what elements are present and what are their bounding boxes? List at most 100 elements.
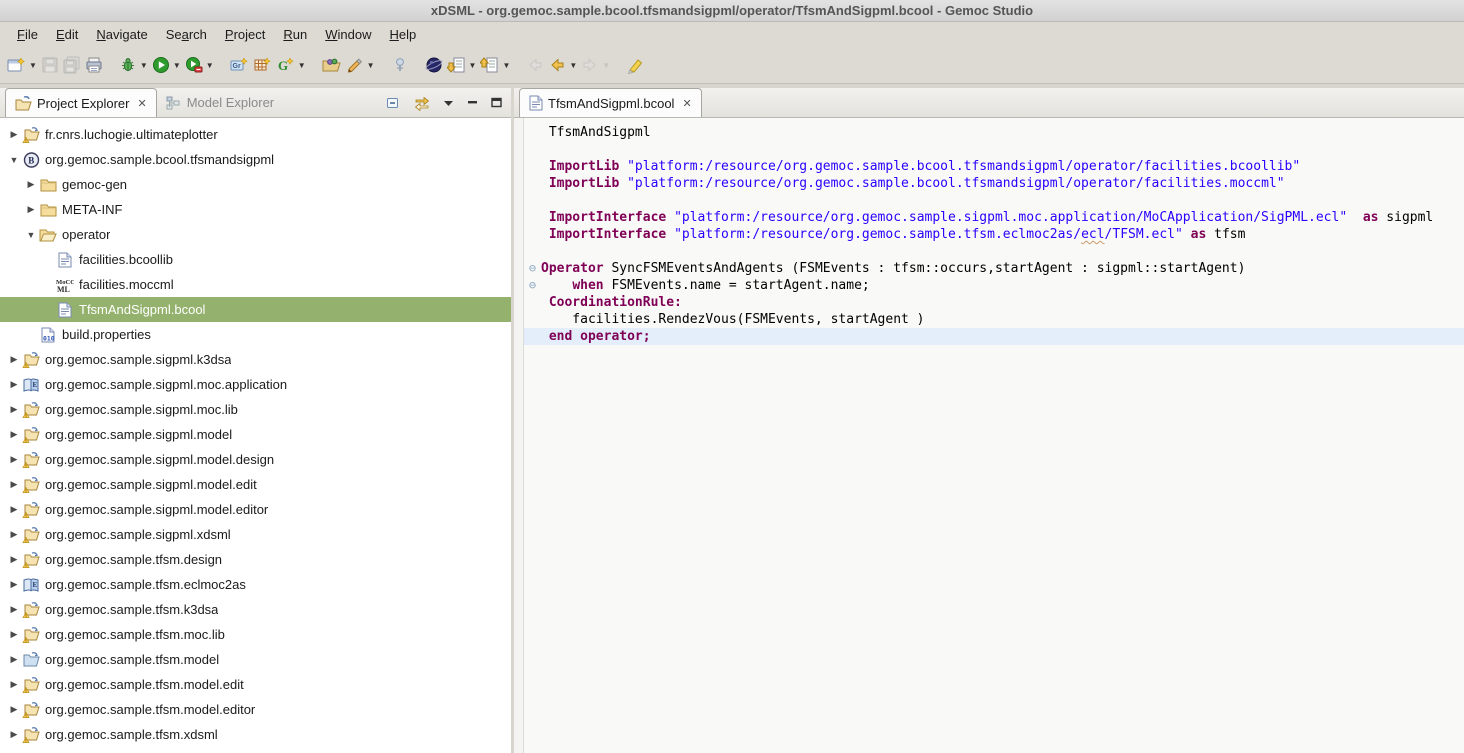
new-button[interactable]: ▼ [5,51,39,79]
expand-collapsed-icon[interactable]: ▶ [6,629,22,640]
tree-item-org-gemoc-sample-tfsm-model-editor[interactable]: ▶!org.gemoc.sample.tfsm.model.editor [0,697,511,722]
tree-item-fr-cnrs-luchogie-ultimateplotter[interactable]: ▶!fr.cnrs.luchogie.ultimateplotter [0,122,511,147]
expand-collapsed-icon[interactable]: ▶ [6,479,22,490]
close-tab-icon[interactable]: ✕ [137,97,146,110]
link-with-editor-button[interactable] [413,95,431,111]
tree-item-org-gemoc-sample-bcool-tfsmandsigpml[interactable]: ▼Borg.gemoc.sample.bcool.tfsmandsigpml [0,147,511,172]
expand-expanded-icon[interactable]: ▼ [6,155,22,165]
expand-collapsed-icon[interactable]: ▶ [23,179,39,190]
debug-dropdown-arrow-icon[interactable]: ▼ [140,61,148,70]
keyword-token: as [1191,227,1207,242]
tree-item-label: org.gemoc.sample.sigpml.moc.lib [45,402,238,417]
expand-collapsed-icon[interactable]: ▶ [6,404,22,415]
menu-edit[interactable]: Edit [47,24,87,46]
tree-item-build-properties[interactable]: 010build.properties [0,322,511,347]
new-gemoc-button[interactable]: G▼ [274,51,308,79]
menu-project[interactable]: Project [216,24,274,46]
expand-collapsed-icon[interactable]: ▶ [6,579,22,590]
tree-item-operator[interactable]: ▼operator [0,222,511,247]
open-browser-icon [425,56,443,74]
forward-history-button: ▼ [579,51,612,79]
tree-item-meta-inf[interactable]: ▶META-INF [0,197,511,222]
tree-item-org-gemoc-sample-tfsm-eclmoc2as[interactable]: ▶Eorg.gemoc.sample.tfsm.eclmoc2as [0,572,511,597]
expand-expanded-icon[interactable]: ▼ [23,230,39,240]
menu-navigate[interactable]: Navigate [87,24,156,46]
print-button[interactable] [83,51,105,79]
expand-collapsed-icon[interactable]: ▶ [6,129,22,140]
run-external-button[interactable]: ▼ [183,51,216,79]
minimize-button[interactable] [467,98,479,108]
new-gemoc-dropdown-arrow-icon[interactable]: ▼ [298,61,306,70]
edit-marker-dropdown-arrow-icon[interactable]: ▼ [367,61,375,70]
new-diagram-button[interactable]: Gr [228,51,251,79]
expand-collapsed-icon[interactable]: ▶ [6,354,22,365]
previous-annotation-button[interactable]: ▼ [478,51,512,79]
editor-tab-tfsmandsigpml-bcool[interactable]: TfsmAndSigpml.bcool✕ [519,88,702,117]
tree-item-org-gemoc-sample-sigpml-model-design[interactable]: ▶!org.gemoc.sample.sigpml.model.design [0,447,511,472]
run-dropdown-arrow-icon[interactable]: ▼ [173,61,181,70]
folder-open-tree-icon [39,227,57,243]
tree-item-org-gemoc-sample-sigpml-moc-lib[interactable]: ▶!org.gemoc.sample.sigpml.moc.lib [0,397,511,422]
next-annotation-button[interactable]: ▼ [445,51,479,79]
view-menu-button[interactable] [443,98,455,108]
expand-collapsed-icon[interactable]: ▶ [23,204,39,215]
tree-item-org-gemoc-sample-sigpml-model[interactable]: ▶!org.gemoc.sample.sigpml.model [0,422,511,447]
tree-item-org-gemoc-sample-tfsm-moc-lib[interactable]: ▶!org.gemoc.sample.tfsm.moc.lib [0,622,511,647]
expand-collapsed-icon[interactable]: ▶ [6,679,22,690]
new-table-button[interactable] [251,51,274,79]
new-dropdown-arrow-icon[interactable]: ▼ [29,61,37,70]
collapse-all-button[interactable] [385,95,401,111]
expand-collapsed-icon[interactable]: ▶ [6,729,22,740]
tree-item-org-gemoc-sample-sigpml-k3dsa[interactable]: ▶!org.gemoc.sample.sigpml.k3dsa [0,347,511,372]
back-history-dropdown-arrow-icon[interactable]: ▼ [569,61,577,70]
tree-item-org-gemoc-sample-tfsm-xdsml[interactable]: ▶!org.gemoc.sample.tfsm.xdsml [0,722,511,747]
menu-search[interactable]: Search [157,24,216,46]
plugin-tree-icon: ! [22,452,40,468]
expand-collapsed-icon[interactable]: ▶ [6,504,22,515]
expand-collapsed-icon[interactable]: ▶ [6,529,22,540]
tree-item-facilities-moccml[interactable]: MoCCMLfacilities.moccml [0,272,511,297]
fold-collapse-icon[interactable]: ⊖ [524,260,541,277]
tree-item-org-gemoc-sample-sigpml-model-edit[interactable]: ▶!org.gemoc.sample.sigpml.model.edit [0,472,511,497]
run-external-dropdown-arrow-icon[interactable]: ▼ [206,61,214,70]
tree-item-org-gemoc-sample-sigpml-model-editor[interactable]: ▶!org.gemoc.sample.sigpml.model.editor [0,497,511,522]
tree-item-org-gemoc-sample-tfsm-design[interactable]: ▶!org.gemoc.sample.tfsm.design [0,547,511,572]
highlighter-button[interactable] [624,51,646,79]
expand-collapsed-icon[interactable]: ▶ [6,454,22,465]
expand-collapsed-icon[interactable]: ▶ [6,429,22,440]
code-text: ImportInterface "platform:/resource/org.… [541,226,1245,243]
open-artifact-button[interactable] [320,51,344,79]
tree-item-tfsmandsigpml-bcool[interactable]: TfsmAndSigpml.bcool [0,297,511,322]
run-button[interactable]: ▼ [150,51,183,79]
menu-run[interactable]: Run [274,24,316,46]
previous-annotation-dropdown-arrow-icon[interactable]: ▼ [502,61,510,70]
expand-collapsed-icon[interactable]: ▶ [6,379,22,390]
tree-item-org-gemoc-sample-tfsm-model-edit[interactable]: ▶!org.gemoc.sample.tfsm.model.edit [0,672,511,697]
menu-file[interactable]: File [8,24,47,46]
explorer-tab-model-explorer[interactable]: Model Explorer [157,88,283,117]
tree-item-org-gemoc-sample-tfsm-k3dsa[interactable]: ▶!org.gemoc.sample.tfsm.k3dsa [0,597,511,622]
maximize-button[interactable] [491,97,503,108]
menu-window[interactable]: Window [316,24,380,46]
annotation-ruler[interactable] [514,118,524,753]
tree-item-facilities-bcoollib[interactable]: facilities.bcoollib [0,247,511,272]
tree-item-gemoc-gen[interactable]: ▶gemoc-gen [0,172,511,197]
open-browser-button[interactable] [423,51,445,79]
tree-item-org-gemoc-sample-sigpml-moc-application[interactable]: ▶Eorg.gemoc.sample.sigpml.moc.applicatio… [0,372,511,397]
edit-marker-button[interactable]: ▼ [344,51,377,79]
expand-collapsed-icon[interactable]: ▶ [6,604,22,615]
fold-collapse-icon[interactable]: ⊖ [524,277,541,294]
back-history-button[interactable]: ▼ [546,51,579,79]
expand-collapsed-icon[interactable]: ▶ [6,654,22,665]
next-annotation-dropdown-arrow-icon[interactable]: ▼ [469,61,477,70]
close-tab-icon[interactable]: ✕ [682,97,691,110]
tree-item-org-gemoc-sample-tfsm-model[interactable]: ▶org.gemoc.sample.tfsm.model [0,647,511,672]
explorer-tab-project-explorer[interactable]: Project Explorer✕ [5,88,157,117]
expand-collapsed-icon[interactable]: ▶ [6,704,22,715]
debug-button[interactable]: ▼ [117,51,150,79]
code-editor[interactable]: TfsmAndSigpml ImportLib "platform:/resou… [514,118,1464,753]
pin-editor-button[interactable] [389,51,411,79]
menu-help[interactable]: Help [380,24,425,46]
expand-collapsed-icon[interactable]: ▶ [6,554,22,565]
tree-item-org-gemoc-sample-sigpml-xdsml[interactable]: ▶!org.gemoc.sample.sigpml.xdsml [0,522,511,547]
